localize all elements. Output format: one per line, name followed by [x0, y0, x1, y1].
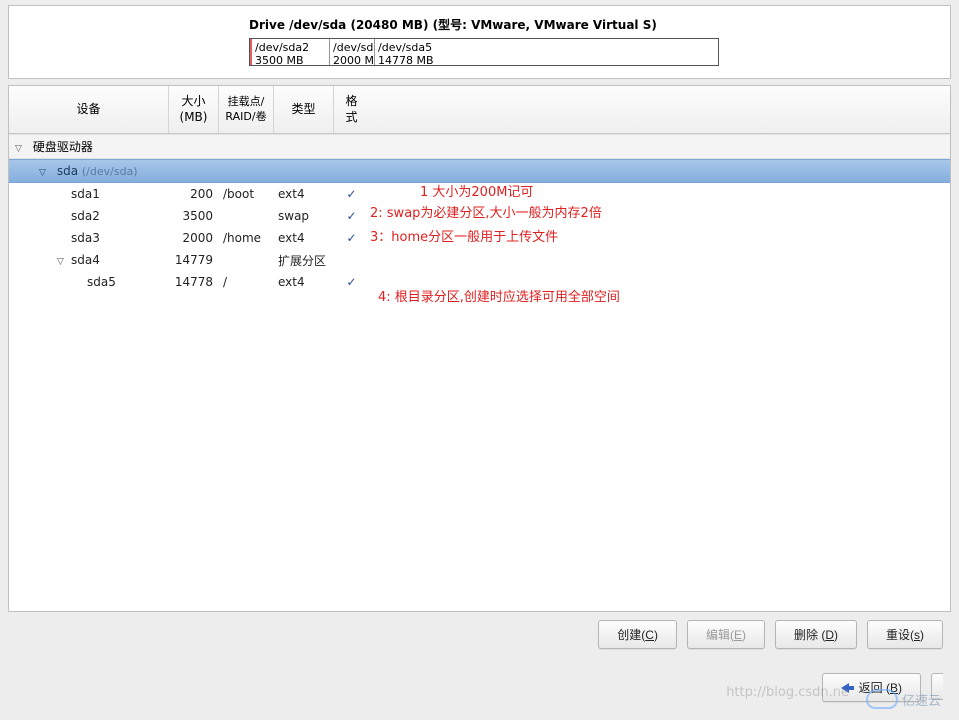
selected-row-sda[interactable]: ▽ sda (/dev/sda) [9, 159, 950, 183]
check-icon: ✓ [346, 231, 356, 245]
cell-format: ✓ [334, 275, 369, 289]
cell-size: 2000 [169, 231, 219, 245]
cell-mount: /home [219, 231, 274, 245]
segment-name: /dev/sda [333, 41, 371, 54]
group-row-hdd[interactable]: ▽ 硬盘驱动器 [9, 134, 950, 159]
drive-usage-bar: /dev/sda2 3500 MB /dev/sda 2000 MB /dev/… [249, 38, 719, 66]
cell-size: 14778 [169, 275, 219, 289]
group-label: 硬盘驱动器 [33, 140, 93, 154]
segment-size: 3500 MB [255, 54, 326, 65]
action-button-row: 创建(C) 编辑(E) 删除 (D) 重设(s) [0, 612, 959, 649]
cell-size: 14779 [169, 253, 219, 267]
drive-segment: /dev/sda 2000 MB [330, 39, 375, 65]
cell-device: sda3 [9, 231, 169, 245]
header-device[interactable]: 设备 [9, 86, 169, 133]
annotation-3: 3：home分区一般用于上传文件 [370, 226, 558, 245]
segment-size: 2000 MB [333, 54, 371, 65]
expand-toggle-icon[interactable]: ▽ [15, 144, 25, 154]
drive-title: Drive /dev/sda (20480 MB) (型号: VMware, V… [249, 16, 940, 33]
header-type[interactable]: 类型 [274, 86, 334, 133]
drive-summary-panel: Drive /dev/sda (20480 MB) (型号: VMware, V… [8, 5, 951, 79]
create-button[interactable]: 创建(C) [598, 620, 677, 649]
device-label: sda [57, 164, 78, 178]
cell-device: sda5 [9, 275, 169, 289]
cell-type: 扩展分区 [274, 252, 334, 269]
next-button-partial[interactable] [931, 673, 943, 700]
reset-button[interactable]: 重设(s) [867, 620, 943, 649]
edit-button: 编辑(E) [687, 620, 765, 649]
table-row[interactable]: ▽sda4 14779 扩展分区 [9, 249, 950, 271]
table-header: 设备 大小 (MB) 挂载点/ RAID/卷 类型 格式 [9, 86, 950, 134]
cell-device: sda2 [9, 209, 169, 223]
cell-size: 3500 [169, 209, 219, 223]
header-mount[interactable]: 挂载点/ RAID/卷 [219, 86, 274, 133]
device-path: (/dev/sda) [82, 165, 138, 178]
cell-type: ext4 [274, 231, 334, 245]
expand-toggle-icon[interactable]: ▽ [57, 257, 67, 267]
cell-type: ext4 [274, 275, 334, 289]
annotation-4: 4: 根目录分区,创建时应选择可用全部空间 [378, 286, 620, 305]
cell-type: ext4 [274, 187, 334, 201]
annotation-2: 2: swap为必建分区,大小一般为内存2倍 [370, 202, 602, 221]
expand-toggle-icon[interactable]: ▽ [39, 168, 49, 178]
segment-size: 14778 MB [378, 54, 715, 65]
cell-device: sda1 [9, 187, 169, 201]
annotation-1: 1 大小为200M记可 [420, 181, 533, 200]
drive-segment: /dev/sda5 14778 MB [375, 39, 718, 65]
partition-list-panel: 设备 大小 (MB) 挂载点/ RAID/卷 类型 格式 ▽ 硬盘驱动器 ▽ s… [8, 85, 951, 612]
header-format[interactable]: 格式 [334, 86, 369, 133]
check-icon: ✓ [346, 187, 356, 201]
cell-mount: / [219, 275, 274, 289]
back-button[interactable]: 返回 (B) [822, 673, 921, 702]
cell-type: swap [274, 209, 334, 223]
check-icon: ✓ [346, 209, 356, 223]
arrow-left-icon [841, 683, 849, 693]
drive-segment: /dev/sda2 3500 MB [250, 39, 330, 65]
cell-format: ✓ [334, 231, 369, 245]
check-icon: ✓ [346, 275, 356, 289]
cell-mount: /boot [219, 187, 274, 201]
delete-button[interactable]: 删除 (D) [775, 620, 857, 649]
segment-name: /dev/sda5 [378, 41, 715, 54]
cell-format: ✓ [334, 209, 369, 223]
header-size[interactable]: 大小 (MB) [169, 86, 219, 133]
cell-size: 200 [169, 187, 219, 201]
nav-button-row: 返回 (B) [0, 649, 959, 702]
cell-device: ▽sda4 [9, 253, 169, 267]
segment-name: /dev/sda2 [255, 41, 326, 54]
cell-format: ✓ [334, 187, 369, 201]
